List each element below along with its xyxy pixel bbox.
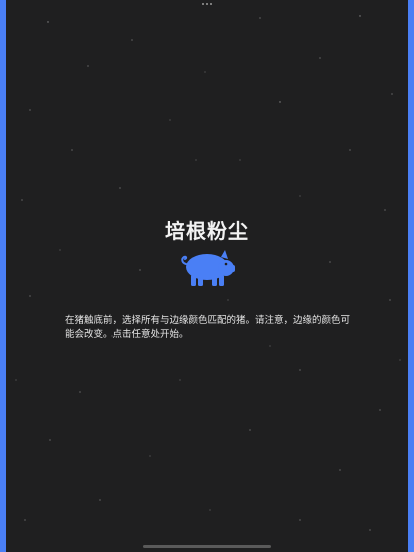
game-title: 培根粉尘 — [165, 219, 249, 243]
pig-icon — [181, 250, 235, 286]
instructions-text: 在猪触底前，选择所有与边缘颜色匹配的猪。请注意，边缘的颜色可能会改变。点击任意处… — [65, 315, 351, 340]
home-indicator[interactable] — [143, 545, 271, 548]
game-screen: 培根粉尘 在猪触底前，选择所有与边缘颜色匹配的猪。请注意，边缘的颜色可能会改变。… — [0, 0, 414, 552]
